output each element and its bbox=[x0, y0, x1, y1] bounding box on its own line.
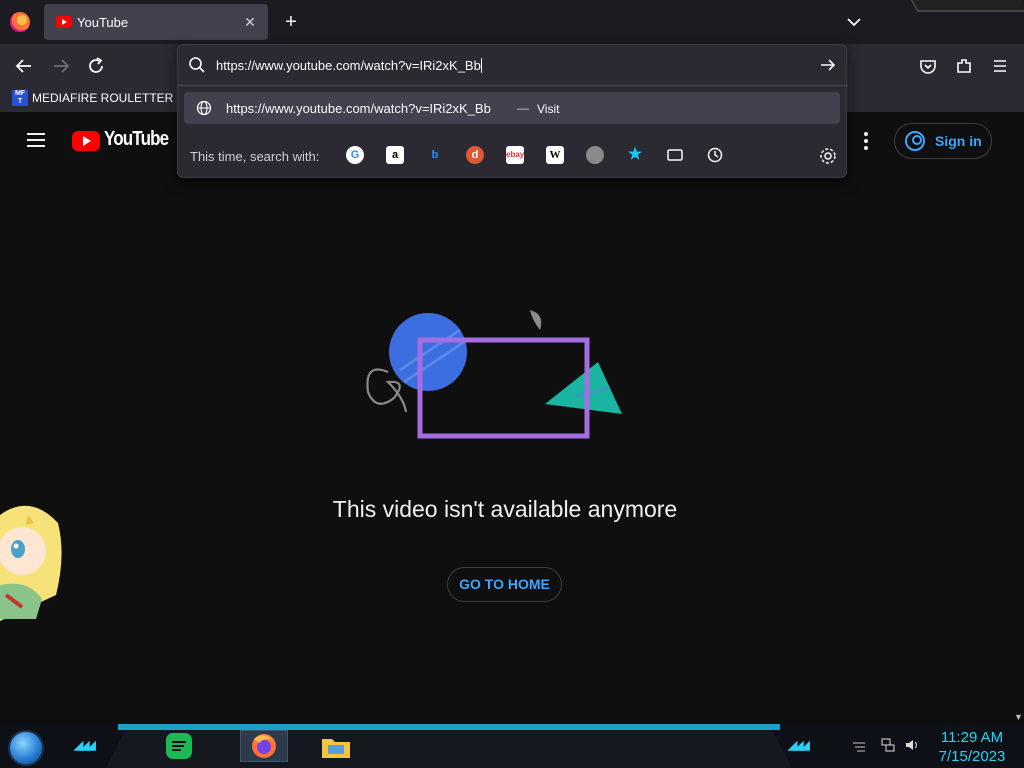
theme-decoration bbox=[910, 0, 1024, 12]
taskbar-frame bbox=[106, 728, 792, 768]
youtube-wordmark: YouTube bbox=[104, 128, 169, 150]
gear-icon bbox=[820, 148, 836, 164]
screen: YouTube ✕ + MF T MEDIAFIRE ROULETTER You… bbox=[0, 0, 1024, 768]
url-suggestion-row[interactable]: https://www.youtube.com/watch?v=IRi2xK_B… bbox=[184, 92, 840, 124]
wikipedia-icon[interactable]: W bbox=[546, 146, 564, 164]
tabs-icon[interactable] bbox=[666, 146, 684, 164]
puzzle-icon bbox=[957, 59, 971, 73]
video-unavailable-illustration bbox=[366, 310, 622, 439]
volume-icon[interactable] bbox=[905, 738, 919, 752]
spotify-taskbar-button[interactable] bbox=[163, 730, 195, 762]
page-scrollbar[interactable]: ▼ bbox=[1012, 112, 1024, 724]
speaker-icon bbox=[906, 740, 917, 750]
search-icon bbox=[189, 57, 205, 73]
youtube-guide-button[interactable] bbox=[27, 133, 45, 147]
app-menu-button[interactable] bbox=[989, 55, 1011, 77]
firefox-icon bbox=[252, 734, 276, 758]
address-input[interactable]: https://www.youtube.com/watch?v=IRi2xK_B… bbox=[216, 58, 482, 73]
taskbar-accent-band bbox=[118, 724, 780, 730]
ebay-icon[interactable]: ebay bbox=[506, 146, 524, 164]
tab-youtube[interactable]: YouTube ✕ bbox=[44, 4, 268, 40]
desktop-character-sticker bbox=[0, 505, 62, 621]
youtube-play-icon bbox=[72, 131, 100, 151]
back-button[interactable] bbox=[13, 55, 35, 77]
suggestion-separator: — bbox=[517, 101, 529, 115]
monitor-network-icon bbox=[881, 738, 895, 752]
browser-tab-strip: YouTube ✕ + bbox=[0, 0, 1024, 44]
duckduckgo-icon[interactable]: d bbox=[466, 146, 484, 164]
sign-in-button[interactable]: Sign in bbox=[894, 123, 992, 159]
youtube-favicon-icon bbox=[56, 16, 72, 28]
divider bbox=[178, 85, 848, 86]
tab-title: YouTube bbox=[77, 15, 129, 30]
arrow-right-icon bbox=[821, 59, 836, 71]
start-orb-button[interactable] bbox=[8, 730, 44, 766]
chevron-down-icon bbox=[847, 18, 861, 27]
settings-more-button[interactable] bbox=[862, 132, 870, 152]
pocket-button[interactable] bbox=[917, 55, 939, 77]
extensions-button[interactable] bbox=[953, 55, 975, 77]
folder-icon bbox=[322, 739, 350, 758]
file-explorer-taskbar-button[interactable] bbox=[320, 730, 352, 762]
scroll-down-arrow-icon[interactable]: ▼ bbox=[1014, 712, 1023, 722]
decor-chevrons-left-icon: ◢◢◢ bbox=[74, 738, 96, 752]
address-bar[interactable]: https://www.youtube.com/watch?v=IRi2xK_B… bbox=[178, 45, 848, 85]
decor-chevrons-right-icon: ◢◢◢ bbox=[788, 738, 810, 752]
error-message: This video isn't available anymore bbox=[332, 496, 678, 522]
bing-icon[interactable]: b bbox=[426, 146, 444, 164]
taskbar-clock[interactable]: 11:29 AM 7/15/2023 bbox=[934, 728, 1010, 766]
firefox-menu-icon[interactable] bbox=[10, 12, 30, 32]
history-icon[interactable] bbox=[706, 146, 724, 164]
taskbar: ◢◢◢ ◢◢◢ 11:29 AM 7/15/2023 bbox=[0, 724, 1024, 768]
account-icon bbox=[905, 131, 925, 151]
forward-button[interactable] bbox=[50, 55, 72, 77]
go-button[interactable] bbox=[818, 55, 838, 75]
arrow-right-icon bbox=[54, 59, 70, 73]
go-to-home-button[interactable]: GO TO HOME bbox=[447, 567, 562, 602]
new-tab-button[interactable]: + bbox=[280, 11, 302, 33]
stack-lines-icon bbox=[853, 742, 865, 752]
reload-button[interactable] bbox=[85, 55, 107, 77]
sign-in-label: Sign in bbox=[935, 133, 982, 149]
mediafire-icon: MF T bbox=[12, 90, 28, 106]
bookmarks-star-icon[interactable]: ★ bbox=[626, 146, 644, 164]
clock-date: 7/15/2023 bbox=[938, 748, 1006, 765]
google-icon[interactable]: G bbox=[346, 146, 364, 164]
search-with-label: This time, search with: bbox=[190, 149, 320, 164]
tab-square-icon bbox=[667, 149, 683, 161]
clock-time: 11:29 AM bbox=[940, 729, 1004, 746]
bookmark-label: MEDIAFIRE ROULETTER bbox=[32, 91, 174, 105]
suggestion-url: https://www.youtube.com/watch?v=IRi2xK_B… bbox=[226, 101, 491, 116]
search-engines-row: This time, search with: G a b d ebay W ★ bbox=[178, 133, 848, 179]
arrow-left-icon bbox=[15, 59, 31, 73]
pocket-icon bbox=[920, 60, 936, 74]
reload-icon bbox=[89, 57, 103, 73]
network-icon[interactable] bbox=[881, 738, 895, 752]
firefox-taskbar-button[interactable] bbox=[240, 730, 288, 762]
spotify-icon bbox=[166, 733, 192, 759]
globe-icon bbox=[196, 100, 212, 116]
search-settings-button[interactable] bbox=[818, 146, 838, 166]
hamburger-icon bbox=[994, 60, 1006, 72]
address-bar-dropdown: https://www.youtube.com/watch?v=IRi2xK_B… bbox=[177, 44, 848, 179]
clock-icon bbox=[707, 147, 723, 163]
suggestion-action: Visit bbox=[537, 102, 560, 116]
tray-overflow-icon[interactable] bbox=[852, 738, 866, 752]
amazon-icon[interactable]: a bbox=[386, 146, 404, 164]
list-all-tabs-button[interactable] bbox=[844, 12, 864, 32]
add-search-engine-icon[interactable] bbox=[586, 146, 604, 164]
tab-close-button[interactable]: ✕ bbox=[240, 12, 260, 32]
